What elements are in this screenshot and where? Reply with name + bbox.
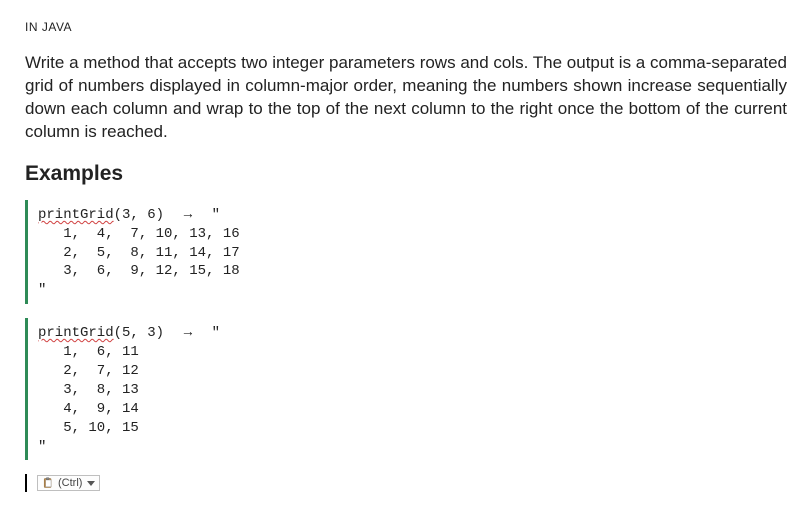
open-quote: " xyxy=(212,207,220,223)
open-quote: " xyxy=(212,325,220,341)
clipboard-icon xyxy=(42,477,54,489)
arrow-icon: → xyxy=(181,323,195,339)
language-label: IN JAVA xyxy=(25,20,787,34)
paste-options-label: (Ctrl) xyxy=(58,477,82,489)
function-name: printGrid xyxy=(38,207,114,223)
arrow-icon: → xyxy=(181,205,195,221)
example-output: 1, 6, 11 2, 7, 12 3, 8, 13 4, 9, 14 5, 1… xyxy=(38,344,139,436)
example-block-1: printGrid(3, 6) → " 1, 4, 7, 10, 13, 16 … xyxy=(25,200,787,304)
close-quote: " xyxy=(38,439,46,455)
chevron-down-icon xyxy=(87,481,95,486)
function-args: (5, 3) xyxy=(114,325,164,341)
text-caret xyxy=(25,474,27,492)
example-output: 1, 4, 7, 10, 13, 16 2, 5, 8, 11, 14, 17 … xyxy=(38,226,240,280)
paste-options-button[interactable]: (Ctrl) xyxy=(37,475,100,491)
cursor-row: (Ctrl) xyxy=(25,474,787,492)
examples-heading: Examples xyxy=(25,162,787,186)
function-name: printGrid xyxy=(38,325,114,341)
close-quote: " xyxy=(38,282,46,298)
example-block-2: printGrid(5, 3) → " 1, 6, 11 2, 7, 12 3,… xyxy=(25,318,787,460)
function-args: (3, 6) xyxy=(114,207,164,223)
problem-statement: Write a method that accepts two integer … xyxy=(25,52,787,144)
